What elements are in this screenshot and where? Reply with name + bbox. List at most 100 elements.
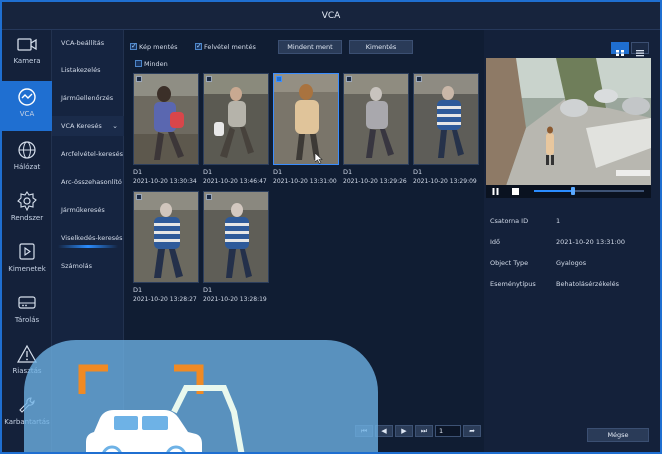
result-checkbox[interactable] [416, 76, 422, 82]
page-number-input[interactable]: 1 [435, 425, 461, 437]
submenu-vca-settings-label: VCA-beállítás [61, 39, 105, 47]
result-snapshot[interactable] [203, 191, 269, 283]
result-checkbox[interactable] [206, 194, 212, 200]
grid-icon [616, 50, 624, 56]
list-view-button[interactable] [631, 42, 649, 57]
submenu-face-compare-search-label: Arc-összehasonlító k... [61, 178, 124, 186]
result-time: 2021-10-20 13:29:09 [413, 178, 477, 185]
submenu-vehicle-search[interactable]: Járműkeresés [52, 200, 124, 220]
object-type-label: Object Type [490, 259, 529, 267]
result-card[interactable]: D1 2021-10-20 13:29:09 [413, 73, 481, 186]
result-card[interactable]: D1 2021-10-20 13:46:47 [203, 73, 271, 186]
chevron-down-icon: ⌄ [112, 122, 118, 130]
go-page-button[interactable]: ➦ [463, 425, 481, 437]
gear-icon [17, 191, 37, 211]
result-checkbox[interactable] [136, 76, 142, 82]
results-toolbar: Kép mentés Felvétel mentés Mindent ment … [125, 40, 483, 56]
event-type-label: Eseménytípus [490, 280, 536, 288]
result-thumbnails: D1 2021-10-20 13:30:34 D1 2021-10-20 13:… [133, 73, 481, 313]
last-page-button[interactable]: ⏭ [415, 425, 433, 437]
result-snapshot[interactable] [273, 73, 339, 165]
object-type-value: Gyalogos [556, 259, 587, 267]
checkbox-icon [135, 60, 142, 67]
cancel-button[interactable]: Mégse [587, 428, 649, 442]
checkbox-checked-icon [130, 41, 137, 51]
playback-icon [19, 243, 35, 260]
result-channel: D1 [343, 168, 353, 176]
nav-storage-label: Tárolás [14, 316, 40, 324]
globe-icon [18, 141, 36, 159]
result-card[interactable]: D1 2021-10-20 13:29:26 [343, 73, 411, 186]
result-snapshot[interactable] [133, 73, 199, 165]
result-checkbox[interactable] [276, 76, 282, 82]
nav-network-label: Hálózat [13, 163, 41, 171]
result-time: 2021-10-20 13:31:00 [273, 178, 337, 185]
nav-storage[interactable]: Tárolás [2, 287, 52, 339]
detail-time: Idő 2021-10-20 13:31:00 [490, 237, 655, 247]
nav-vca[interactable]: VCA [2, 81, 52, 131]
result-snapshot[interactable] [343, 73, 409, 165]
submenu-counting[interactable]: Számolás [52, 256, 124, 276]
result-time: 2021-10-20 13:28:27 [133, 296, 197, 303]
submenu-face-compare-search[interactable]: Arc-összehasonlító k... [52, 172, 124, 192]
save-images-label: Kép mentés [139, 43, 178, 51]
stop-icon[interactable] [512, 188, 519, 195]
submenu-behavior-search[interactable]: Viselkedés-keresés [52, 228, 124, 248]
result-time: 2021-10-20 13:28:19 [203, 296, 267, 303]
result-card[interactable]: D1 2021-10-20 13:28:27 [133, 191, 201, 304]
camera-icon [17, 38, 37, 51]
submenu-list-management[interactable]: Listakezelés [52, 60, 124, 80]
result-time: 2021-10-20 13:30:34 [133, 178, 197, 185]
submenu-counting-label: Számolás [61, 262, 93, 270]
save-all-button[interactable]: Mindent ment [278, 40, 342, 54]
submenu-vehicle-check[interactable]: Járműellenőrzés [52, 88, 124, 108]
nav-network[interactable]: Hálózat [2, 134, 52, 186]
vehicle-detection-overlay [24, 340, 378, 452]
vca-icon [18, 88, 36, 106]
detail-panel: Csatorna ID 1 Idő 2021-10-20 13:31:00 Obje… [484, 30, 660, 452]
detail-object-type: Object Type Gyalogos [490, 258, 655, 268]
result-channel: D1 [203, 286, 213, 294]
event-type-value: Behatolásérzékelés [556, 280, 620, 288]
channel-id-label: Csatorna ID [490, 217, 529, 225]
result-card[interactable]: D1 2021-10-20 13:30:34 [133, 73, 201, 186]
nav-camera[interactable]: Kamera [2, 30, 52, 82]
save-images-checkbox[interactable]: Kép mentés [130, 41, 178, 52]
submenu-vca-settings[interactable]: VCA-beállítás [52, 33, 124, 53]
result-snapshot[interactable] [133, 191, 199, 283]
submenu-vehicle-check-label: Járműellenőrzés [61, 94, 114, 102]
submenu-face-capture-search[interactable]: Arcfelvétel-keresés [52, 144, 124, 164]
result-time: 2021-10-20 13:29:26 [343, 178, 407, 185]
result-checkbox[interactable] [206, 76, 212, 82]
time-label: Idő [490, 238, 501, 246]
nav-playback[interactable]: Kimenetek [2, 236, 52, 288]
result-channel: D1 [203, 168, 213, 176]
nav-system[interactable]: Rendszer [2, 185, 52, 237]
playback-preview[interactable] [486, 58, 651, 186]
pause-icon[interactable] [492, 188, 499, 195]
storage-icon [18, 296, 36, 309]
result-checkbox[interactable] [346, 76, 352, 82]
export-button[interactable]: Kimentés [349, 40, 413, 54]
result-channel: D1 [133, 168, 143, 176]
next-page-button[interactable]: ▶ [395, 425, 413, 437]
result-snapshot[interactable] [203, 73, 269, 165]
detail-event-type: Eseménytípus Behatolásérzékelés [490, 279, 655, 289]
result-card[interactable]: D1 2021-10-20 13:28:19 [203, 191, 271, 304]
submenu-vehicle-search-label: Járműkeresés [61, 206, 105, 214]
playback-progress-track[interactable] [534, 187, 644, 195]
nav-system-label: Rendszer [10, 214, 44, 222]
save-recording-checkbox[interactable]: Felvétel mentés [195, 41, 256, 52]
submenu-vca-search[interactable]: VCA Keresés ⌄ [52, 116, 124, 136]
select-all-checkbox[interactable]: Minden [135, 59, 168, 69]
submenu-vca-search-label: VCA Keresés [61, 122, 102, 130]
playback-progress-handle[interactable] [570, 187, 575, 195]
result-checkbox[interactable] [136, 194, 142, 200]
grid-view-button[interactable] [611, 42, 629, 56]
submenu-list-management-label: Listakezelés [61, 66, 101, 74]
result-snapshot[interactable] [413, 73, 479, 165]
checkbox-checked-icon [195, 41, 202, 51]
nav-vca-label: VCA [19, 110, 35, 118]
result-card[interactable]: D1 2021-10-20 13:31:00 [273, 73, 341, 186]
detail-channel-id: Csatorna ID 1 [490, 216, 655, 226]
